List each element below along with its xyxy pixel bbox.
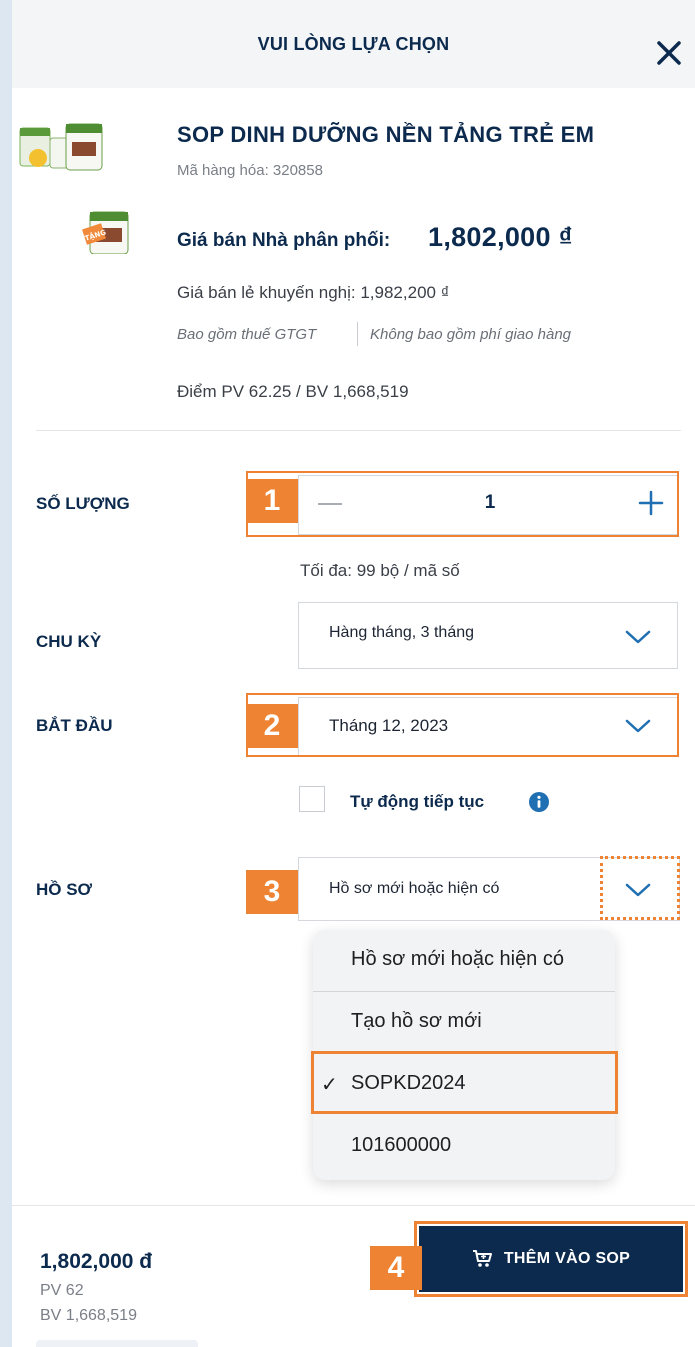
max-quantity-note: Tối đa: 99 bộ / mã số [300, 561, 460, 580]
selected-option-highlight [311, 1051, 618, 1114]
shipping-note: Không bao gồm phí giao hàng [370, 326, 571, 343]
info-icon[interactable] [529, 792, 549, 812]
auto-renew-label: Tự động tiếp tục [350, 792, 485, 811]
product-sku: Mã hàng hóa: 320858 [177, 162, 323, 179]
profile-label: HỒ SƠ [36, 880, 93, 899]
section-divider [36, 430, 681, 431]
product-title: SOP DINH DƯỠNG NỀN TẢNG TRẺ EM [177, 122, 595, 147]
profile-select-value: Hồ sơ mới hoặc hiện có [329, 880, 500, 897]
dropdown-option-create-new[interactable]: Tạo hồ sơ mới [313, 992, 615, 1052]
profile-dropdown-toggle-highlight[interactable] [600, 856, 680, 920]
cycle-select[interactable]: Hàng tháng, 3 tháng [298, 602, 678, 669]
step-badge-2: 2 [246, 704, 298, 748]
bottom-tab-hint [36, 1340, 198, 1347]
step-1-highlight [246, 471, 679, 537]
dropdown-option-new-or-existing[interactable]: Hồ sơ mới hoặc hiện có [313, 930, 615, 990]
total-pv: PV 62 [40, 1282, 84, 1299]
modal-title: VUI LÒNG LỰA CHỌN [257, 34, 450, 54]
tax-note: Bao gồm thuế GTGT [177, 326, 317, 343]
distributor-price: 1,802,000 ₫ [428, 222, 573, 252]
start-label: BẮT ĐẦU [36, 716, 113, 735]
step-4-highlight [414, 1221, 688, 1297]
quantity-label: SỐ LƯỢNG [36, 494, 130, 513]
retail-price: Giá bán lẻ khuyến nghị: 1,982,200 ₫ [177, 283, 450, 302]
distributor-price-label: Giá bán Nhà phân phối: [177, 230, 391, 251]
auto-renew-checkbox[interactable] [299, 786, 325, 812]
close-icon[interactable] [654, 38, 684, 68]
total-price: 1,802,000 đ [40, 1250, 153, 1273]
modal-header: VUI LÒNG LỰA CHỌN [12, 0, 695, 88]
step-badge-1: 1 [246, 479, 298, 523]
note-separator [357, 322, 358, 346]
points-info: Điểm PV 62.25 / BV 1,668,519 [177, 382, 409, 401]
cycle-label: CHU KỲ [36, 632, 102, 651]
dropdown-option-101600000[interactable]: 101600000 [313, 1116, 615, 1176]
step-badge-4: 4 [370, 1246, 422, 1290]
total-bv: BV 1,668,519 [40, 1307, 137, 1324]
step-badge-3: 3 [246, 870, 298, 914]
product-image: TẶNG [12, 112, 154, 255]
product-illustration: TẶNG [19, 123, 129, 255]
footer-divider [12, 1205, 695, 1206]
chevron-down-icon [625, 630, 651, 644]
step-2-highlight [246, 693, 679, 757]
cycle-select-value: Hàng tháng, 3 tháng [329, 624, 475, 641]
